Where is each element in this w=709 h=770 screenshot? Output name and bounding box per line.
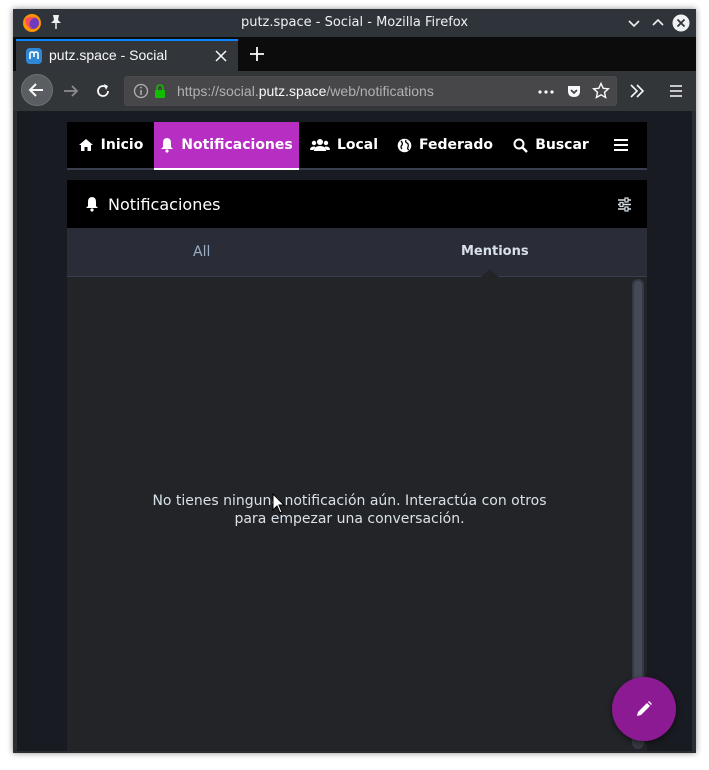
compose-button[interactable]: [612, 677, 676, 741]
globe-icon: [397, 138, 412, 152]
notifications-column: Notificaciones All Mentions No tienes ni…: [67, 180, 647, 751]
navigation-toolbar: https://social.putz.space/web/notificati…: [13, 71, 696, 111]
tab-buscar-label: Buscar: [535, 137, 589, 153]
active-filter-indicator: [481, 269, 499, 277]
filter-all-button[interactable]: All: [193, 244, 210, 260]
maximize-icon[interactable]: [649, 14, 667, 32]
page-content: Inicio Notificaciones Local Federado Bus…: [17, 111, 692, 751]
menu-icon: [613, 139, 628, 151]
url-text[interactable]: https://social.putz.space/web/notificati…: [177, 83, 434, 99]
window-title: putz.space - Social - Mozilla Firefox: [240, 15, 469, 30]
mastodon-nav-bar: Inicio Notificaciones Local Federado Bus…: [67, 122, 647, 170]
url-prefix: https://social.: [177, 83, 259, 99]
new-tab-icon[interactable]: [249, 46, 265, 62]
tab-notificaciones-label: Notificaciones: [181, 137, 293, 153]
tab-label: putz.space - Social: [49, 47, 168, 63]
back-button[interactable]: [21, 74, 53, 106]
reload-icon[interactable]: [94, 82, 112, 100]
overflow-chevron-icon[interactable]: [628, 82, 646, 100]
title-bar: putz.space - Social - Mozilla Firefox: [13, 9, 696, 37]
column-header[interactable]: Notificaciones: [67, 180, 647, 228]
pocket-icon[interactable]: [566, 83, 582, 99]
tab-local[interactable]: Local: [299, 122, 389, 168]
tab-notificaciones[interactable]: Notificaciones: [154, 122, 299, 170]
pencil-icon: [637, 701, 652, 716]
mouse-cursor-icon: [272, 493, 286, 514]
forward-arrow-icon[interactable]: [62, 82, 80, 100]
tab-buscar[interactable]: Buscar: [501, 122, 601, 168]
bookmark-star-icon[interactable]: [592, 82, 610, 100]
bell-icon: [86, 197, 98, 212]
search-icon: [513, 138, 529, 153]
home-icon: [78, 139, 93, 151]
browser-menu-icon[interactable]: [668, 83, 684, 99]
mastodon-favicon-icon: [26, 48, 42, 64]
page-actions-icon[interactable]: [537, 89, 555, 95]
notification-filter-bar: All Mentions: [67, 228, 647, 277]
url-path: /web/notifications: [326, 83, 434, 99]
tab-menu[interactable]: [601, 122, 647, 168]
notifications-list: No tienes ninguna notificación aún. Inte…: [67, 277, 647, 751]
empty-message: No tienes ninguna notificación aún. Inte…: [147, 492, 552, 528]
column-title: Notificaciones: [108, 195, 221, 214]
browser-tab[interactable]: putz.space - Social: [16, 39, 238, 71]
url-host: putz.space: [258, 83, 327, 99]
tab-federado[interactable]: Federado: [389, 122, 501, 168]
filter-mentions-button[interactable]: Mentions: [461, 244, 529, 259]
secure-lock-icon[interactable]: [153, 83, 167, 99]
minimize-icon[interactable]: [625, 14, 643, 32]
bell-icon: [161, 138, 174, 153]
tab-local-label: Local: [336, 137, 379, 153]
users-icon: [309, 139, 330, 151]
empty-message-line-2: para empezar una conversación.: [234, 511, 465, 527]
back-arrow-icon: [28, 83, 43, 97]
url-bar[interactable]: https://social.putz.space/web/notificati…: [124, 76, 617, 106]
column-settings-icon[interactable]: [617, 197, 632, 212]
tab-inicio[interactable]: Inicio: [67, 122, 154, 168]
tab-federado-label: Federado: [419, 137, 493, 153]
close-tab-icon[interactable]: [215, 50, 227, 62]
scrollbar-thumb[interactable]: [634, 281, 642, 741]
close-window-icon[interactable]: [672, 14, 690, 32]
tab-strip: putz.space - Social: [13, 37, 696, 71]
site-info-icon[interactable]: [133, 83, 149, 99]
empty-message-line-1: No tienes ninguna notificación aún. Inte…: [152, 493, 547, 509]
tab-inicio-label: Inicio: [100, 137, 144, 153]
browser-window: putz.space - Social - Mozilla Firefox pu…: [13, 9, 696, 753]
